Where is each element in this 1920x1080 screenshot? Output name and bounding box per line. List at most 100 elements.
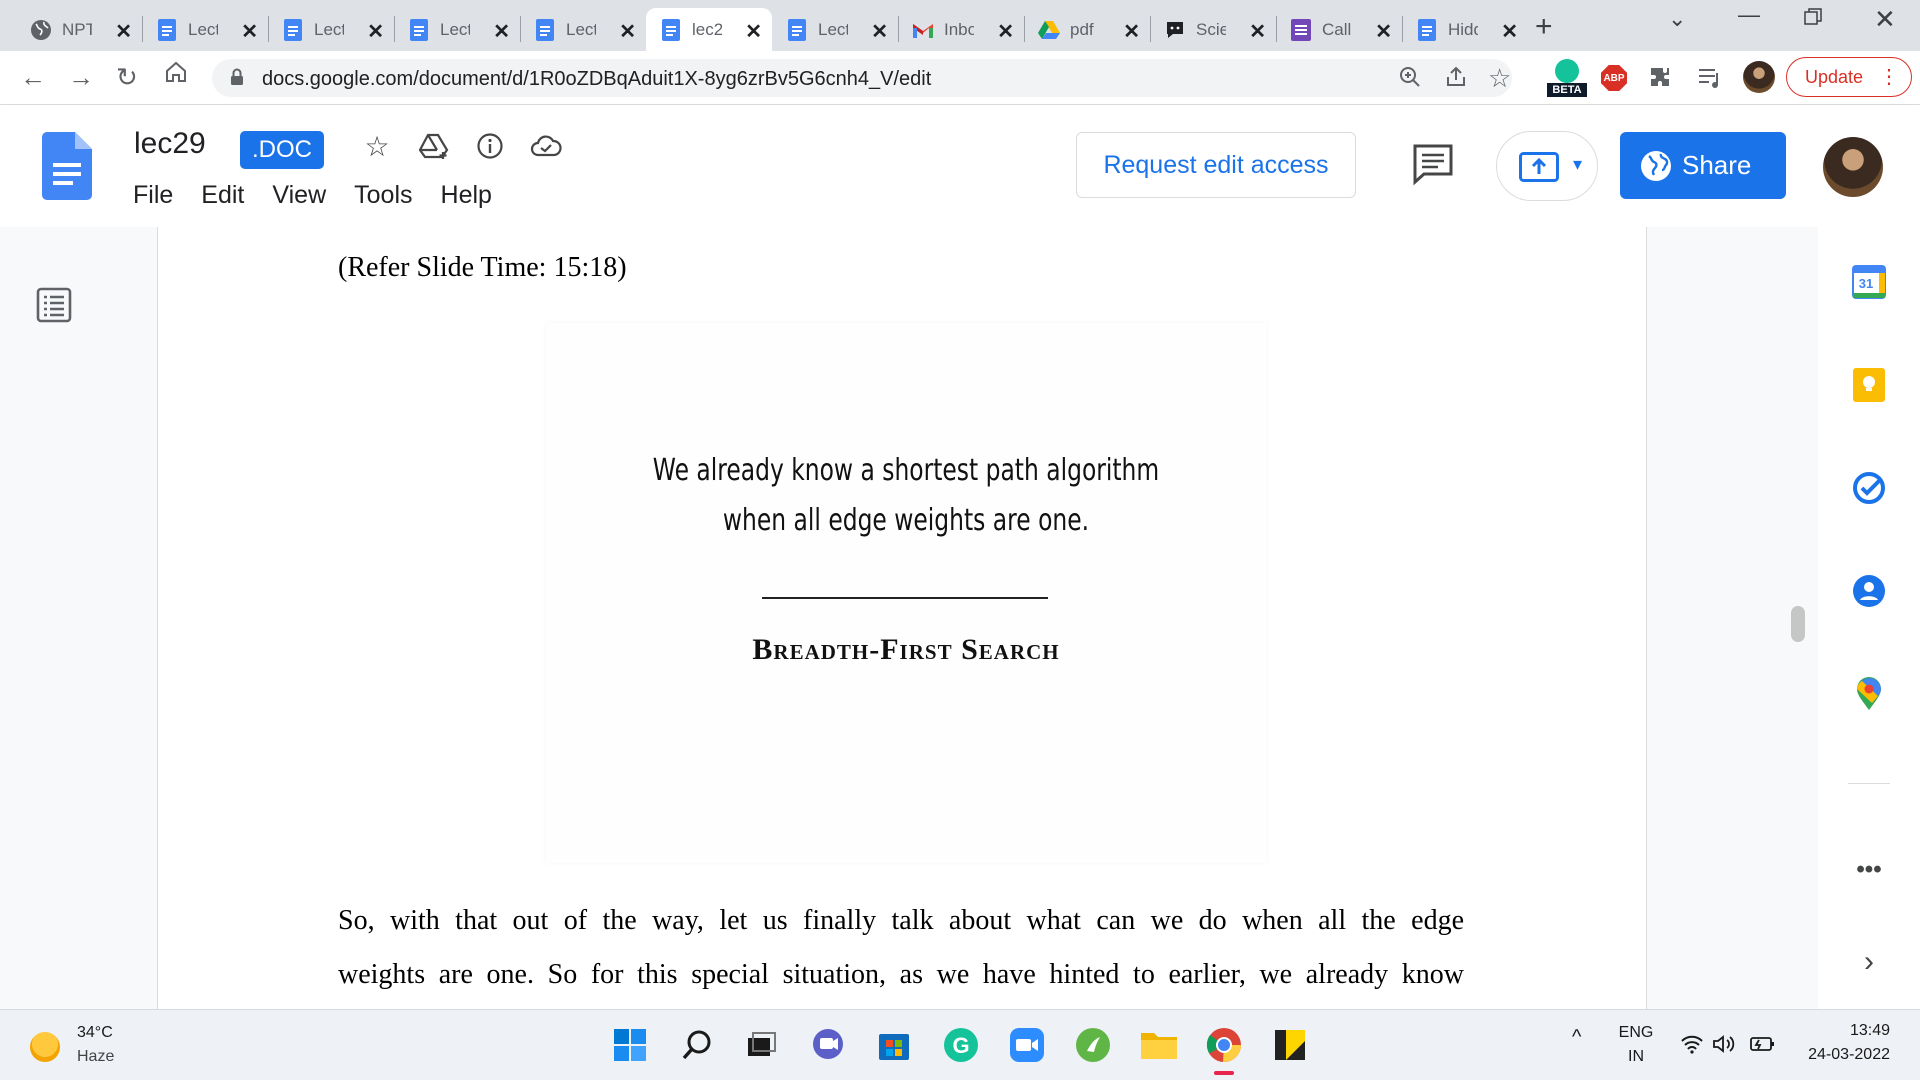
close-tab-icon[interactable]: ✕ [1249, 19, 1266, 44]
close-tab-icon[interactable]: ✕ [997, 19, 1014, 44]
document-outline-icon[interactable] [36, 287, 72, 323]
contacts-icon[interactable] [1851, 573, 1887, 609]
start-button-icon[interactable] [610, 1025, 650, 1065]
chrome-icon[interactable] [1204, 1025, 1244, 1065]
weather-haze-icon[interactable] [30, 1032, 60, 1062]
menu-view[interactable]: View [272, 181, 326, 210]
profile-avatar[interactable] [1743, 61, 1775, 93]
account-avatar[interactable] [1823, 137, 1883, 197]
minimize-icon[interactable]: — [1738, 2, 1760, 28]
zoom-app-icon[interactable] [1007, 1025, 1047, 1065]
menu-edit[interactable]: Edit [201, 181, 244, 210]
close-window-icon[interactable]: ✕ [1874, 4, 1896, 35]
forward-icon[interactable]: → [68, 62, 94, 93]
back-icon[interactable]: ← [20, 62, 46, 93]
wifi-icon[interactable] [1680, 1034, 1704, 1059]
reading-list-icon[interactable] [1697, 65, 1723, 94]
language-indicator-line2[interactable]: IN [1616, 1048, 1656, 1066]
zoom-icon[interactable] [1398, 65, 1422, 95]
menu-file[interactable]: File [133, 181, 173, 210]
browser-tab[interactable]: Inbox ✕ [898, 8, 1024, 51]
file-explorer-icon[interactable] [1139, 1025, 1179, 1065]
weather-temperature[interactable]: 34°C [77, 1024, 113, 1042]
home-icon[interactable] [164, 60, 188, 91]
browser-tab[interactable]: Science ✕ [1150, 8, 1276, 51]
browser-tab[interactable]: Call ✕ [1276, 8, 1402, 51]
new-tab-button[interactable]: + [1535, 10, 1553, 44]
close-tab-icon[interactable]: ✕ [619, 19, 636, 44]
tab-search-icon[interactable]: ⌄ [1668, 6, 1686, 32]
close-tab-icon[interactable]: ✕ [367, 19, 384, 44]
docs-icon [534, 18, 556, 41]
star-icon[interactable]: ☆ [360, 129, 394, 163]
extensions-puzzle-icon[interactable] [1648, 65, 1672, 94]
document-info-icon[interactable] [473, 129, 507, 163]
grammarly-beta-extension-icon[interactable]: BETA [1547, 57, 1587, 97]
document-page[interactable]: (Refer Slide Time: 15:18) We already kno… [157, 227, 1647, 1009]
close-tab-icon[interactable]: ✕ [745, 19, 762, 44]
close-tab-icon[interactable]: ✕ [493, 19, 510, 44]
vertical-scrollbar-thumb[interactable] [1791, 606, 1805, 642]
google-docs-logo-icon[interactable] [42, 132, 92, 200]
docs-icon [660, 18, 682, 41]
docs-icon [282, 18, 304, 41]
adblock-extension-icon[interactable]: ABP [1601, 65, 1627, 91]
menu-help[interactable]: Help [441, 181, 492, 210]
update-button[interactable]: Update ⋮ [1786, 57, 1912, 97]
language-indicator-line1[interactable]: ENG [1616, 1024, 1656, 1042]
evernote-like-app-icon[interactable] [1073, 1025, 1113, 1065]
request-edit-access-button[interactable]: Request edit access [1076, 132, 1356, 198]
clock-date[interactable]: 24-03-2022 [1790, 1046, 1890, 1064]
battery-icon[interactable] [1748, 1034, 1776, 1059]
share-button[interactable]: Share [1620, 132, 1786, 199]
docs-icon [786, 18, 808, 41]
menu-tools[interactable]: Tools [354, 181, 412, 210]
weather-condition[interactable]: Haze [77, 1048, 114, 1066]
comments-icon[interactable] [1410, 141, 1456, 187]
browser-tab[interactable]: Lecture ✕ [520, 8, 646, 51]
share-page-icon[interactable] [1444, 65, 1468, 95]
sticky-notes-icon[interactable] [1270, 1025, 1310, 1065]
document-title[interactable]: lec29 [134, 127, 206, 161]
show-hidden-icons-chevron-icon[interactable]: ^ [1572, 1026, 1581, 1049]
add-to-drive-icon[interactable] [417, 129, 451, 163]
tab-title: Hidden [1448, 19, 1478, 39]
restore-icon[interactable] [1804, 6, 1822, 32]
browser-tab[interactable]: Hidden ✕ [1402, 8, 1528, 51]
expand-panel-chevron-icon[interactable]: › [1851, 944, 1887, 980]
teams-chat-icon[interactable] [808, 1025, 848, 1065]
close-tab-icon[interactable]: ✕ [1501, 19, 1518, 44]
browser-tab[interactable]: NPTEL ✕ [16, 8, 142, 51]
present-button[interactable]: ▾ [1496, 131, 1598, 201]
lock-icon [231, 68, 243, 85]
browser-tab[interactable]: Lecture ✕ [772, 8, 898, 51]
close-tab-icon[interactable]: ✕ [241, 19, 258, 44]
list-icon [1290, 18, 1312, 41]
cloud-saved-icon[interactable] [529, 129, 563, 163]
maps-icon[interactable] [1851, 676, 1887, 712]
browser-tab[interactable]: Lecture ✕ [142, 8, 268, 51]
browser-tab-strip: NPTEL✕Lecture✕Lecture✕Lecture✕Lecture✕le… [0, 0, 1920, 51]
search-icon[interactable] [677, 1025, 717, 1065]
close-tab-icon[interactable]: ✕ [871, 19, 888, 44]
grammarly-icon[interactable]: G [941, 1025, 981, 1065]
close-tab-icon[interactable]: ✕ [1375, 19, 1392, 44]
tasks-icon[interactable] [1851, 470, 1887, 506]
browser-tab[interactable]: pdf ✕ [1024, 8, 1150, 51]
keep-icon[interactable] [1851, 367, 1887, 403]
browser-tab[interactable]: Lecture ✕ [268, 8, 394, 51]
browser-tab[interactable]: Lecture ✕ [394, 8, 520, 51]
tab-title: lec29 [692, 19, 722, 39]
browser-tab[interactable]: lec29 ✕ [646, 8, 772, 51]
microsoft-store-icon[interactable] [874, 1025, 914, 1065]
close-tab-icon[interactable]: ✕ [1123, 19, 1140, 44]
address-bar[interactable]: docs.google.com/document/d/1R0oZDBqAduit… [212, 59, 1512, 97]
more-addons-icon[interactable]: ••• [1851, 852, 1887, 888]
close-tab-icon[interactable]: ✕ [115, 19, 132, 44]
clock-time[interactable]: 13:49 [1800, 1022, 1890, 1040]
reload-icon[interactable]: ↻ [116, 62, 138, 93]
bookmark-star-icon[interactable]: ☆ [1488, 63, 1511, 94]
volume-icon[interactable] [1712, 1034, 1738, 1059]
task-view-icon[interactable] [741, 1025, 781, 1065]
calendar-icon[interactable]: 31 [1851, 264, 1887, 300]
